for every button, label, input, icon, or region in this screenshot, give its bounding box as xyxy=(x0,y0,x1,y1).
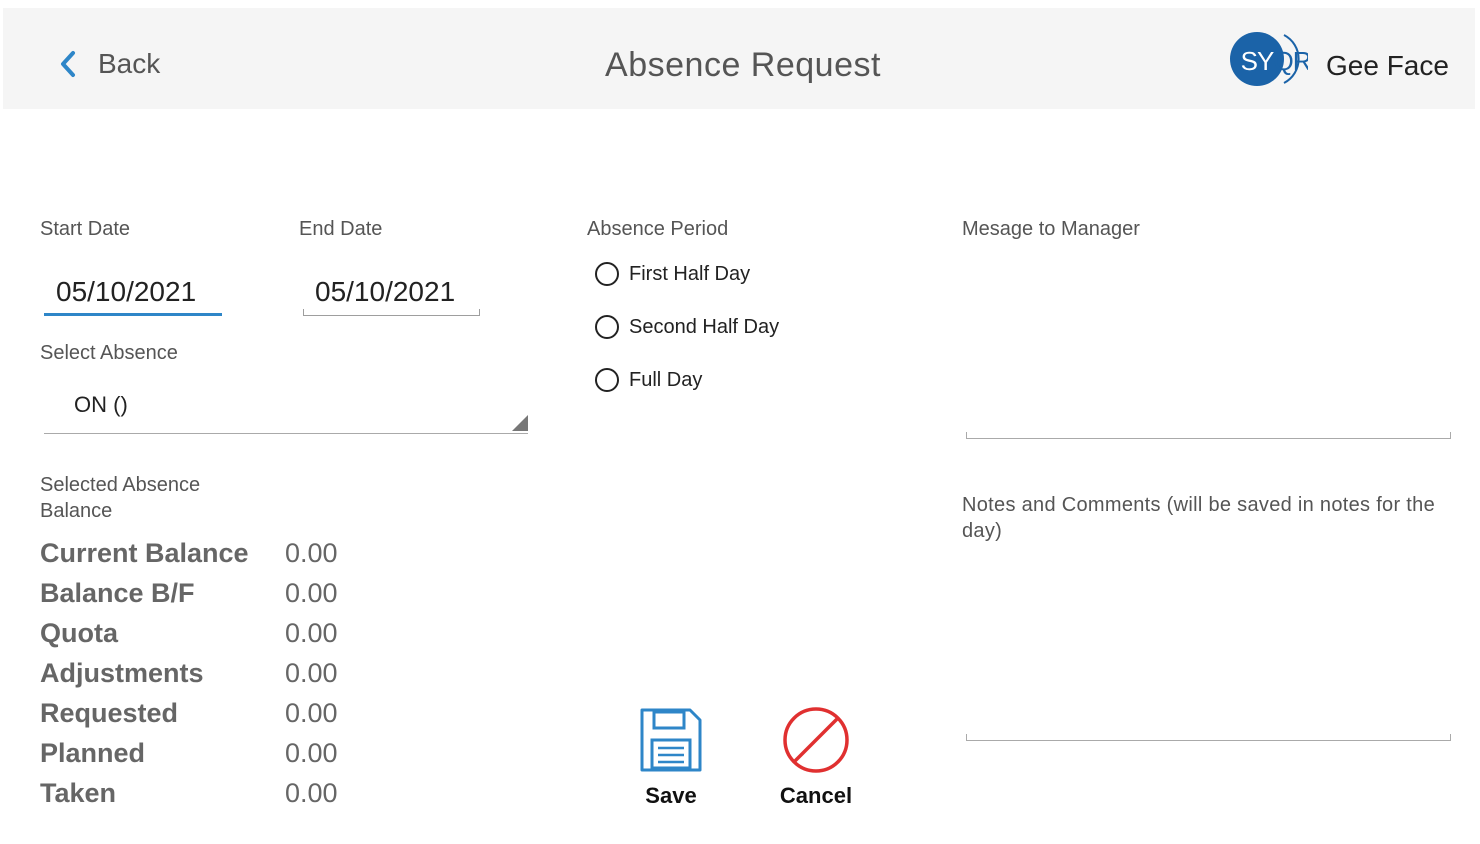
radio-label: First Half Day xyxy=(629,262,751,285)
notes-label: Notes and Comments (will be saved in not… xyxy=(962,494,1435,542)
app-header: Back Absence Request SY QR Gee Face xyxy=(3,8,1475,109)
absence-period-label: Absence Period xyxy=(587,218,729,240)
balance-value: 0.00 xyxy=(285,738,338,768)
balance-caption: Selected Absence Balance xyxy=(40,474,201,522)
radio-label: Second Half Day xyxy=(629,315,780,338)
radio-full-day[interactable]: Full Day xyxy=(595,368,702,392)
balance-name: Current Balance xyxy=(40,538,249,568)
radio-first-half-day[interactable]: First Half Day xyxy=(595,262,750,286)
company-logo: SY QR xyxy=(1230,30,1312,88)
balance-row: Balance B/F 0.00 xyxy=(40,578,360,614)
radio-second-half-day[interactable]: Second Half Day xyxy=(595,315,779,339)
absence-type-select[interactable]: ON () xyxy=(44,382,528,434)
balance-value: 0.00 xyxy=(285,618,338,648)
balance-value: 0.00 xyxy=(285,538,338,568)
absence-type-value: ON () xyxy=(74,392,128,417)
svg-text:QR: QR xyxy=(1274,46,1309,76)
balance-name: Quota xyxy=(40,618,118,648)
start-date-field[interactable]: 05/10/2021 xyxy=(44,272,222,316)
balance-name: Adjustments xyxy=(40,658,204,688)
dropdown-caret-icon xyxy=(512,415,528,431)
balance-row: Planned 0.00 xyxy=(40,738,360,774)
save-label: Save xyxy=(645,783,697,808)
message-to-manager-input[interactable] xyxy=(966,431,1451,439)
balance-value: 0.00 xyxy=(285,658,338,688)
notes-input[interactable] xyxy=(966,733,1451,741)
balance-value: 0.00 xyxy=(285,578,338,608)
end-date-field[interactable]: 05/10/2021 xyxy=(303,272,480,316)
radio-circle-icon xyxy=(595,262,619,286)
balance-row: Current Balance 0.00 xyxy=(40,538,360,574)
radio-circle-icon xyxy=(595,315,619,339)
balance-name: Requested xyxy=(40,698,179,728)
message-to-manager-label: Mesage to Manager xyxy=(962,218,1140,240)
cancel-label: Cancel xyxy=(779,783,853,808)
cancel-button[interactable]: Cancel xyxy=(770,706,862,809)
balance-value: 0.00 xyxy=(285,778,338,808)
svg-text:SY: SY xyxy=(1241,46,1274,76)
radio-circle-icon xyxy=(595,368,619,392)
balance-row: Quota 0.00 xyxy=(40,618,360,654)
balance-name: Balance B/F xyxy=(40,578,195,608)
balance-value: 0.00 xyxy=(285,698,338,728)
start-date-label: Start Date xyxy=(40,218,131,240)
user-name: Gee Face xyxy=(1326,50,1449,81)
radio-label: Full Day xyxy=(629,368,703,391)
no-entry-icon xyxy=(782,706,850,779)
select-absence-label: Select Absence xyxy=(40,342,178,364)
balance-name: Planned xyxy=(40,738,146,768)
balance-name: Taken xyxy=(40,778,117,808)
balance-row: Taken 0.00 xyxy=(40,778,360,814)
balance-row: Adjustments 0.00 xyxy=(40,658,360,694)
balance-row: Requested 0.00 xyxy=(40,698,360,734)
save-button[interactable]: Save xyxy=(630,706,712,809)
end-date-label: End Date xyxy=(299,218,383,240)
floppy-disk-icon xyxy=(638,706,704,779)
